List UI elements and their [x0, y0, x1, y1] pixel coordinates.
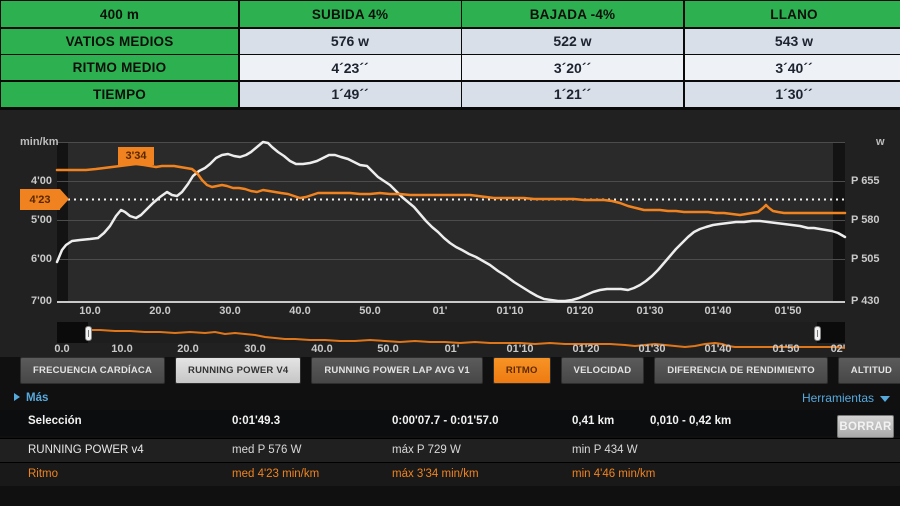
mini-unselected-right — [817, 322, 845, 343]
x-axis-tick: 20.0 — [138, 305, 182, 317]
avg-pace-axis-badge: 4'23 — [20, 189, 60, 210]
row-label-tiempo: TIEMPO — [1, 82, 238, 107]
selection-label: Selección — [28, 415, 82, 427]
ritmo-stats-row: Ritmo med 4'23 min/km máx 3'34 min/km mi… — [0, 462, 900, 486]
selection-distance: 0,41 km — [572, 415, 614, 427]
tab-velocidad[interactable]: VELOCIDAD — [561, 357, 645, 384]
left-axis-tick: 5'00 — [16, 214, 52, 226]
unselected-region-right — [833, 142, 845, 301]
tab-running-power-v4[interactable]: RUNNING POWER V4 — [175, 357, 301, 384]
table-header-bajada: BAJADA -4% — [462, 1, 683, 27]
gridline — [57, 259, 845, 260]
metric-tabs: FRECUENCIA CARDÍACA RUNNING POWER V4 RUN… — [20, 357, 900, 383]
x-axis-tick: 01'40 — [696, 305, 740, 317]
herramientas-link[interactable]: Herramientas — [802, 391, 890, 405]
power-max: máx P 729 W — [392, 444, 461, 456]
mini-chart-scrubber[interactable] — [57, 322, 845, 343]
tab-running-power-lap-avg-v1[interactable]: RUNNING POWER LAP AVG V1 — [311, 357, 483, 384]
mini-x-axis-tick: 01'30 — [630, 343, 674, 355]
ritmo-max: máx 3'34 min/km — [392, 468, 479, 480]
row-label-vatios: VATIOS MEDIOS — [1, 29, 238, 54]
right-axis-tick: P 580 — [851, 214, 880, 226]
mini-x-axis-tick: 20.0 — [166, 343, 210, 355]
table-header-distance: 400 m — [1, 1, 238, 27]
mini-x-axis-tick: 01'10 — [498, 343, 542, 355]
power-row-label: RUNNING POWER v4 — [28, 444, 144, 456]
chart-plot-area[interactable] — [57, 142, 845, 301]
tab-diferencia-de-rendimiento[interactable]: DIFERENCIA DE RENDIMIENTO — [654, 357, 828, 384]
tab-ritmo[interactable]: RITMO — [493, 357, 551, 384]
ritmo-row-label: Ritmo — [28, 468, 58, 480]
mini-x-axis-tick: 30.0 — [233, 343, 277, 355]
activity-analysis-page: 400 m SUBIDA 4% BAJADA -4% LLANO VATIOS … — [0, 0, 900, 506]
mini-x-axis-tick: 40.0 — [300, 343, 344, 355]
table-cell: 4´23´´ — [240, 55, 461, 80]
x-axis-tick: 10.0 — [68, 305, 112, 317]
mini-chart-right-handle[interactable] — [814, 326, 821, 341]
mini-unselected-left — [57, 322, 88, 343]
table-cell: 3´40´´ — [685, 55, 900, 80]
mas-arrow-icon — [14, 393, 20, 401]
x-axis-tick: 01'50 — [766, 305, 810, 317]
left-axis-unit: min/km — [20, 136, 59, 148]
right-axis-tick: P 655 — [851, 175, 880, 187]
power-stats-row: RUNNING POWER v4 med P 576 W máx P 729 W… — [0, 438, 900, 462]
selection-time-range: 0:00'07.7 - 0:01'57.0 — [392, 415, 499, 427]
gridline — [57, 142, 845, 143]
left-axis-tick: 4'00 — [16, 175, 52, 187]
x-axis-line — [57, 301, 845, 303]
ritmo-med: med 4'23 min/km — [232, 468, 319, 480]
mini-x-axis-tick: 0.0 — [40, 343, 84, 355]
mini-x-axis-tick: 50.0 — [366, 343, 410, 355]
table-cell: 576 w — [240, 29, 461, 54]
mini-x-axis-tick: 01'50 — [764, 343, 808, 355]
mini-x-axis-tick: 10.0 — [100, 343, 144, 355]
max-pace-badge: 3'34 — [118, 147, 154, 165]
footer-links-row: Más Herramientas — [0, 390, 900, 409]
tab-frecuencia-cardiaca[interactable]: FRECUENCIA CARDÍACA — [20, 357, 165, 384]
left-axis-tick: 6'00 — [16, 253, 52, 265]
right-axis-tick: P 430 — [851, 295, 880, 307]
table-header-subida: SUBIDA 4% — [240, 1, 461, 27]
mas-link[interactable]: Más — [14, 392, 48, 404]
table-cell: 522 w — [462, 29, 683, 54]
table-cell: 3´20´´ — [462, 55, 683, 80]
herramientas-dropdown-icon — [880, 396, 890, 402]
mini-x-axis-tick: 01'40 — [696, 343, 740, 355]
x-axis-tick: 01'30 — [628, 305, 672, 317]
table-cell: 543 w — [685, 29, 900, 54]
mini-x-axis-tick: 01'20 — [564, 343, 608, 355]
x-axis-tick: 01' — [418, 305, 462, 317]
selection-duration: 0:01'49.3 — [232, 415, 280, 427]
selection-row: Selección 0:01'49.3 0:00'07.7 - 0:01'57.… — [0, 410, 900, 436]
power-med: med P 576 W — [232, 444, 301, 456]
x-axis-tick: 01'10 — [488, 305, 532, 317]
right-axis-tick: P 505 — [851, 253, 880, 265]
gridline — [57, 220, 845, 221]
x-axis-tick: 50.0 — [348, 305, 392, 317]
tab-altitud[interactable]: ALTITUD — [838, 357, 900, 384]
row-label-ritmo: RITMO MEDIO — [1, 55, 238, 80]
table-header-llano: LLANO — [685, 1, 900, 27]
table-cell: 1´21´´ — [462, 82, 683, 107]
x-axis-tick: 30.0 — [208, 305, 252, 317]
mini-x-axis-tick: 02' — [816, 343, 860, 355]
table-cell: 1´49´´ — [240, 82, 461, 107]
unselected-region-left — [57, 142, 68, 301]
lap-summary-table: 400 m SUBIDA 4% BAJADA -4% LLANO VATIOS … — [0, 0, 899, 110]
ritmo-min: min 4'46 min/km — [572, 468, 655, 480]
mini-x-axis-tick: 01' — [430, 343, 474, 355]
left-axis-tick: 7'00 — [16, 295, 52, 307]
gridline — [57, 181, 845, 182]
table-cell: 1´30´´ — [685, 82, 900, 107]
x-axis-tick: 40.0 — [278, 305, 322, 317]
power-min: min P 434 W — [572, 444, 638, 456]
right-axis-unit: w — [876, 136, 885, 148]
x-axis-tick: 01'20 — [558, 305, 602, 317]
selection-distance-range: 0,010 - 0,42 km — [650, 415, 731, 427]
borrar-button[interactable]: BORRAR — [837, 415, 894, 438]
mini-chart-left-handle[interactable] — [85, 326, 92, 341]
